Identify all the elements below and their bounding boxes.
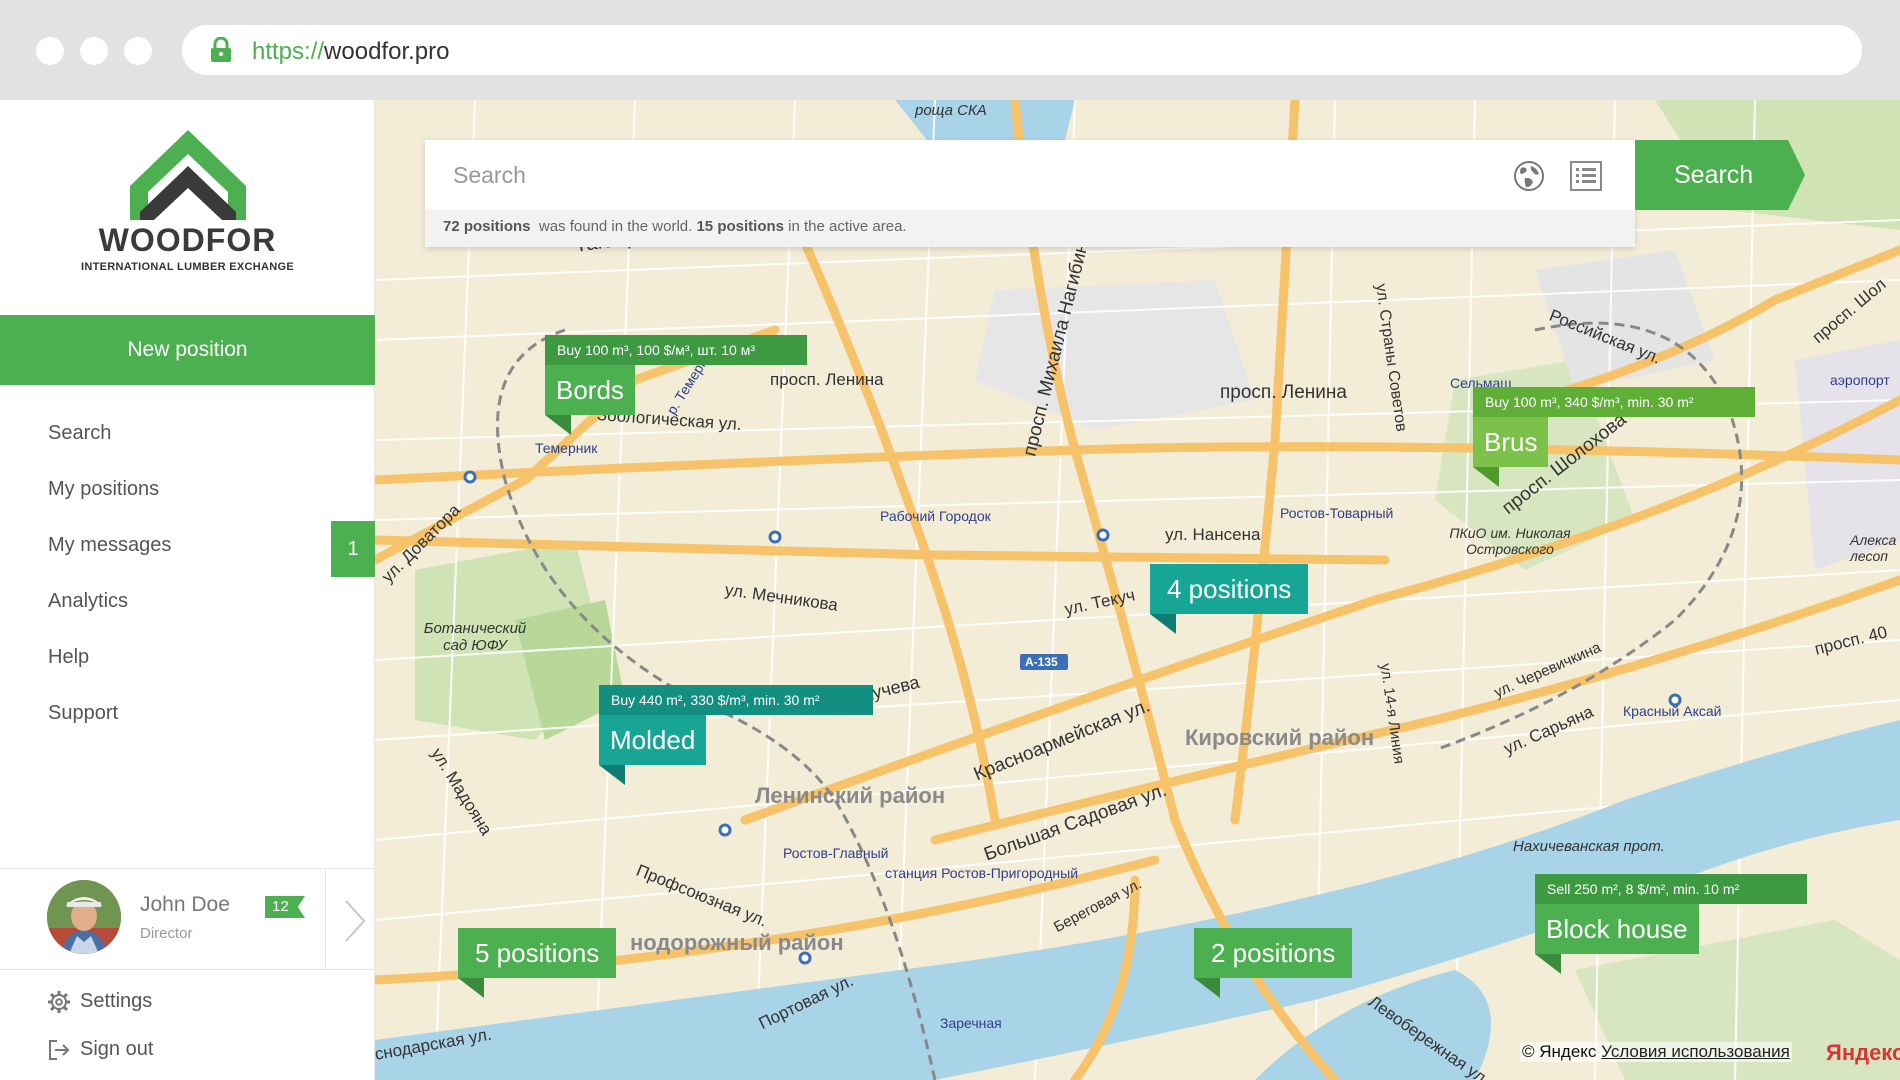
map-label: просп. Ленина — [1220, 382, 1347, 403]
sidebar-item-label: Support — [48, 702, 119, 724]
lock-icon — [211, 37, 231, 62]
sidebar-item-label: Search — [48, 422, 112, 444]
map-label: Ростов-Товарный — [1280, 505, 1394, 521]
marker-flag — [458, 978, 484, 998]
map-label: ПКиО им. Николая Островского — [1449, 525, 1571, 557]
search-button[interactable]: Search — [1635, 140, 1805, 210]
map-label: Рабочий Городок — [880, 508, 991, 524]
map-marker-cluster[interactable]: 2 positions — [1194, 928, 1353, 998]
map-marker-brus[interactable]: Buy 100 m³, 340 $/m³, min. 30 m² Brus — [1473, 387, 1755, 487]
user-panel[interactable]: John Doe Director 12 — [0, 868, 375, 970]
marker-tooltip: Buy 440 m², 330 $/m³, min. 30 m² — [599, 685, 873, 715]
map-marker-molded[interactable]: Buy 440 m², 330 $/m³, min. 30 m² Molded — [599, 685, 873, 785]
messages-count-badge: 1 — [331, 521, 375, 577]
address-bar[interactable]: https://woodfor.pro — [182, 25, 1862, 75]
map-marker-cluster[interactable]: 4 positions — [1150, 564, 1309, 634]
map-marker-bords[interactable]: Buy 100 m³, 100 $/м³, шт. 10 м³ Bords — [545, 335, 807, 435]
map-label: Кировский район — [1185, 725, 1375, 750]
avatar[interactable] — [47, 880, 121, 954]
world-text: was found in the world. — [538, 218, 693, 235]
sidebar-item-support[interactable]: Support — [0, 685, 375, 741]
world-count: 72 positions — [443, 218, 531, 235]
sign-out-icon — [49, 1039, 70, 1060]
user-name: John Doe — [140, 893, 230, 916]
marker-flag — [1473, 467, 1499, 487]
settings-link[interactable]: Settings — [48, 990, 152, 1013]
sidebar-item-label: Analytics — [48, 590, 129, 612]
search-panel: 72 positions was found in the world. 15 … — [425, 140, 1635, 247]
sidebar-item-my-positions[interactable]: My positions — [0, 461, 375, 517]
map-label: A-135 — [1025, 655, 1058, 669]
marker-label: Block house — [1535, 904, 1699, 954]
marker-flag — [1535, 954, 1561, 974]
marker-label: 2 positions — [1194, 928, 1353, 978]
marker-flag — [1150, 614, 1176, 634]
house-logo-icon — [129, 130, 246, 220]
map-label: Заречная — [940, 1015, 1002, 1031]
map-label: Алекса лесоп — [1850, 532, 1897, 564]
marker-label: Molded — [599, 715, 707, 765]
sidebar-item-search[interactable]: Search — [0, 405, 375, 461]
marker-tooltip: Buy 100 m³, 340 $/m³, min. 30 m² — [1473, 387, 1755, 417]
list-view-icon[interactable] — [1570, 161, 1602, 191]
marker-tooltip: Buy 100 m³, 100 $/м³, шт. 10 м³ — [545, 335, 807, 365]
notifications-badge[interactable]: 12 — [265, 896, 305, 918]
sidebar-item-label: Help — [48, 646, 90, 668]
map-label: нодорожный район — [630, 930, 844, 955]
map-label: Красный Аксай — [1623, 703, 1722, 719]
copyright-text: © Яндекс — [1522, 1042, 1597, 1061]
search-result-summary: 72 positions was found in the world. 15 … — [443, 218, 907, 235]
marker-tooltip: Sell 250 m², 8 $/m², min. 10 m² — [1535, 874, 1807, 904]
map-label: Нахичеванская прот. — [1513, 838, 1665, 855]
window-minimize-dot[interactable] — [80, 37, 108, 65]
chevron-right-icon[interactable] — [343, 899, 367, 943]
gear-icon — [48, 990, 70, 1013]
divider — [325, 869, 326, 969]
map-label: Ленинский район — [755, 783, 946, 808]
marker-label: Bords — [545, 365, 635, 415]
logo-tagline: INTERNATIONAL LUMBER EXCHANGE — [80, 261, 295, 273]
yandex-logo[interactable]: Яндекс — [1826, 1040, 1900, 1066]
window-maximize-dot[interactable] — [124, 37, 152, 65]
sidebar-item-help[interactable]: Help — [0, 629, 375, 685]
sidebar-item-label: My positions — [48, 478, 160, 500]
map-label: Ростов-Главный — [783, 845, 889, 861]
sidebar-menu: Search My positions My messages 1 Analyti… — [0, 405, 375, 741]
logo[interactable]: WOODFOR INTERNATIONAL LUMBER EXCHANGE — [80, 130, 295, 280]
map-label: аэропорт — [1830, 372, 1890, 388]
marker-label: Brus — [1473, 417, 1549, 467]
map-label: роща СКА — [915, 102, 987, 119]
globe-icon[interactable] — [1513, 160, 1545, 192]
sidebar-item-analytics[interactable]: Analytics — [0, 573, 375, 629]
window-close-dot[interactable] — [36, 37, 64, 65]
sidebar: WOODFOR INTERNATIONAL LUMBER EXCHANGE Ne… — [0, 100, 375, 1080]
browser-chrome: https://woodfor.pro — [0, 0, 1900, 100]
marker-flag — [1194, 978, 1220, 998]
marker-flag — [545, 415, 571, 435]
map-label: станция Ростов-Пригородный — [885, 865, 1079, 881]
map-marker-block-house[interactable]: Sell 250 m², 8 $/m², min. 10 m² Block ho… — [1535, 874, 1807, 974]
terms-link[interactable]: Условия использования — [1601, 1042, 1790, 1061]
marker-label: 5 positions — [458, 928, 617, 978]
area-count: 15 positions — [696, 218, 784, 235]
sign-out-link[interactable]: Sign out — [48, 1038, 153, 1061]
map-marker-cluster[interactable]: 5 positions — [458, 928, 617, 998]
sign-out-label: Sign out — [80, 1038, 154, 1060]
search-input[interactable] — [425, 140, 1635, 210]
new-position-button[interactable]: New position — [0, 315, 375, 385]
map-label: ул. Нансена — [1165, 525, 1261, 544]
sidebar-item-my-messages[interactable]: My messages 1 — [0, 517, 375, 577]
map-label: Темерник — [535, 440, 598, 456]
area-text: in the active area. — [788, 218, 907, 235]
marker-flag — [599, 765, 625, 785]
marker-label: 4 positions — [1150, 564, 1309, 614]
map-label: Ботанический сад ЮФУ — [423, 620, 527, 654]
logo-name: WOODFOR — [98, 222, 277, 258]
sidebar-item-label: My messages — [48, 534, 172, 556]
url-text: https://woodfor.pro — [252, 38, 450, 65]
user-role: Director — [140, 925, 193, 942]
map-attribution: © Яндекс Условия использования — [1520, 1042, 1792, 1062]
settings-label: Settings — [80, 990, 153, 1012]
